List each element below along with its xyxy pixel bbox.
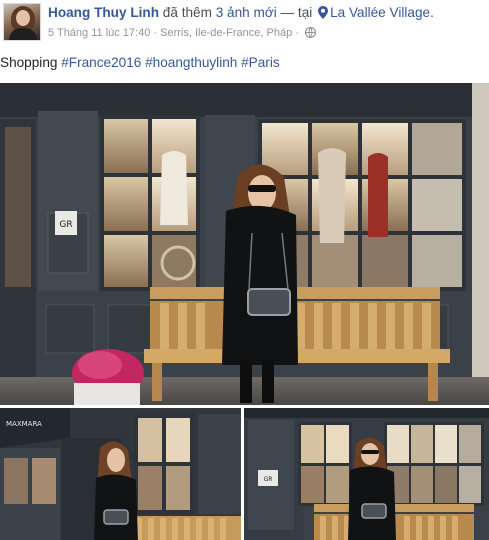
facebook-post: Hoang Thuy Linh đã thêm 3 ảnh mới — tại … <box>0 0 489 540</box>
action-text: đã thêm <box>162 5 212 20</box>
meta-separator: · <box>295 27 299 39</box>
shop-sign-text: GR <box>264 476 273 483</box>
location-separator: — tại <box>280 5 313 20</box>
shop-sign-text: GR <box>59 220 72 230</box>
photo-count-link[interactable]: 3 ảnh mới <box>216 5 277 20</box>
right-photo[interactable]: GR <box>244 408 489 540</box>
hashtag-link[interactable]: #hoangthuylinh <box>145 55 237 70</box>
author-name-link[interactable]: Hoang Thuy Linh <box>48 5 159 20</box>
main-photo[interactable]: GR <box>0 83 489 405</box>
post-title-line: Hoang Thuy Linh đã thêm 3 ảnh mới — tại … <box>48 4 488 24</box>
place-detail[interactable]: Serris, Ile-de-France, Pháp <box>160 27 292 39</box>
location-link[interactable]: La Vallée Village <box>330 5 430 20</box>
location-pin-icon <box>318 6 329 19</box>
caption-text: Shopping <box>0 55 58 70</box>
post-header: Hoang Thuy Linh đã thêm 3 ảnh mới — tại … <box>0 0 489 48</box>
hashtag-link[interactable]: #France2016 <box>61 55 141 70</box>
post-meta-line: 5 Tháng 11 lúc 17:40 · Serris, Ile-de-Fr… <box>48 25 317 41</box>
post-timestamp[interactable]: 5 Tháng 11 lúc 17:40 <box>48 27 150 39</box>
left-photo[interactable]: MAXMARA <box>0 408 241 540</box>
location-suffix: . <box>430 5 434 20</box>
hashtag-link[interactable]: #Paris <box>241 55 280 70</box>
author-avatar[interactable] <box>3 3 41 41</box>
meta-separator: · <box>153 27 158 39</box>
shop-sign-text: MAXMARA <box>6 420 42 428</box>
globe-icon[interactable] <box>304 26 317 39</box>
post-caption: Shopping #France2016 #hoangthuylinh #Par… <box>0 54 489 74</box>
